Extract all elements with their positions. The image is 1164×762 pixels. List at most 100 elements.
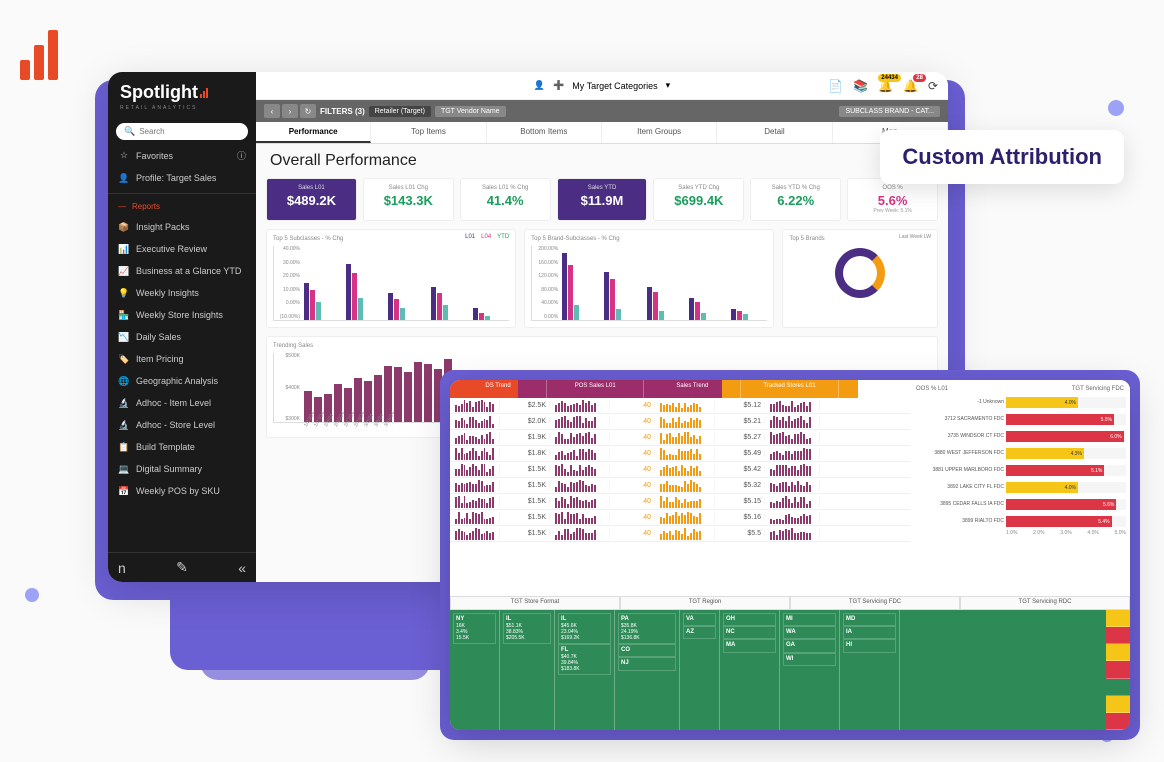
nav-icon: 🏷️ — [118, 353, 130, 365]
oos-row: 3892 LAKE CITY FL FDC4.0% — [914, 479, 1126, 496]
sidebar: Spotlight RETAIL ANALYTICS 🔍 ☆Favoritesⓘ… — [108, 72, 256, 582]
treemap-tab[interactable]: TGT Region — [620, 596, 790, 610]
nav-profile[interactable]: 👤Profile: Target Sales — [108, 167, 256, 189]
nav-item[interactable]: 📦Insight Packs — [108, 216, 256, 238]
treemap-cell[interactable]: VA — [683, 613, 716, 626]
brand-icon: n — [118, 560, 126, 576]
treemap-cell[interactable]: CO — [618, 644, 676, 657]
document-icon[interactable]: 📄 — [828, 79, 843, 93]
treemap-tabs: TGT Store FormatTGT RegionTGT Servicing … — [450, 596, 1130, 610]
nav-item[interactable]: 📊Executive Review — [108, 238, 256, 260]
nav-item[interactable]: 🔬Adhoc - Store Level — [108, 414, 256, 436]
tab[interactable]: Top Items — [371, 122, 486, 143]
chevron-down-icon: ▾ — [666, 80, 671, 91]
treemap-cell[interactable]: PA$35.8K24.19%$136.8K — [618, 613, 676, 644]
treemap-cell[interactable]: FL$40.7K39.84%$183.8K — [558, 644, 611, 675]
treemap-cell[interactable]: IL$45.6K23.04%$169.2K — [558, 613, 611, 644]
page-title: Overall Performance — [256, 144, 948, 178]
bell-icon[interactable]: 🔔 — [878, 79, 893, 93]
treemap-cell[interactable]: OH — [723, 613, 776, 626]
nav-item[interactable]: 🌐Geographic Analysis — [108, 370, 256, 392]
treemap-tab[interactable]: TGT Servicing FDC — [790, 596, 960, 610]
nav-item[interactable]: 💻Digital Summary — [108, 458, 256, 480]
sidebar-footer: n ✎ « — [108, 552, 256, 582]
chart-row: Top 5 Subclasses - % Chg L01L04YTD 40.00… — [256, 221, 948, 336]
nav-icon: 📉 — [118, 331, 130, 343]
tabs: PerformanceTop ItemsBottom ItemsItem Gro… — [256, 122, 948, 144]
nav-item[interactable]: 📋Build Template — [108, 436, 256, 458]
user-icon: 👤 — [118, 172, 130, 184]
treemap-cell[interactable]: NJ — [618, 657, 676, 670]
collapse-icon[interactable]: « — [238, 560, 246, 576]
treemap-cell[interactable]: MI — [783, 613, 836, 626]
filters-label: FILTERS (3) — [320, 107, 365, 116]
nav-item[interactable]: 🏷️Item Pricing — [108, 348, 256, 370]
back-icon[interactable]: ‹ — [264, 104, 280, 118]
treemap-cell[interactable]: WI — [783, 653, 836, 666]
metric-card: Sales L01 Chg$143.3K — [363, 178, 454, 221]
search-input[interactable]: 🔍 — [116, 123, 248, 140]
oos-row: -1 Unknown4.0% — [914, 394, 1126, 411]
metric-card: OOS %5.6%Prev Week: 5.1% — [847, 178, 938, 221]
decorative-bars — [20, 30, 58, 80]
forward-icon[interactable]: › — [282, 104, 298, 118]
oos-row: 3712 SACRAMENTO FDC5.5% — [914, 411, 1126, 428]
nav-item[interactable]: 📅Weekly POS by SKU — [108, 480, 256, 502]
treemap-cell[interactable]: IL$51.1K38.83%$205.5K — [503, 613, 551, 644]
metrics-row: Sales L01$489.2KSales L01 Chg$143.3KSale… — [256, 178, 948, 221]
refresh-icon[interactable]: ⟳ — [928, 79, 938, 93]
stack-icon[interactable]: 📚 — [853, 79, 868, 93]
treemap-cell[interactable]: MA — [723, 639, 776, 652]
filter-chip[interactable]: Retailer (Target) — [369, 106, 431, 117]
tab[interactable]: Bottom Items — [487, 122, 602, 143]
nav-favorites[interactable]: ☆Favoritesⓘ — [108, 144, 256, 167]
nav-item[interactable]: 📈Business at a Glance YTD — [108, 260, 256, 282]
nav-item[interactable]: 🔬Adhoc - Item Level — [108, 392, 256, 414]
nav-item[interactable]: 🏪Weekly Store Insights — [108, 304, 256, 326]
oos-row: 3880 WEST JEFFERSON FDC4.3% — [914, 445, 1126, 462]
treemap-tab[interactable]: TGT Store Format — [450, 596, 620, 610]
oos-row: 3881 UPPER MARLBORO FDC5.1% — [914, 462, 1126, 479]
nav-icon: 🔬 — [118, 419, 130, 431]
search-icon: 🔍 — [124, 126, 135, 137]
decorative-dot — [25, 588, 39, 602]
edit-icon[interactable]: ✎ — [176, 559, 188, 576]
treemap-cell[interactable]: WA — [783, 626, 836, 639]
filter-chip[interactable]: SUBCLASS BRAND - CAT... — [839, 106, 940, 117]
donut-chart — [835, 248, 885, 298]
treemap-tab[interactable]: TGT Servicing RDC — [960, 596, 1130, 610]
plus-icon[interactable]: ➕ — [553, 80, 564, 91]
oos-row: 3735 WINDSOR CT FDC6.0% — [914, 428, 1126, 445]
nav-icon: 📋 — [118, 441, 130, 453]
treemap-cell[interactable]: AZ — [683, 626, 716, 639]
nav-icon: 📦 — [118, 221, 130, 233]
nav-icon: 🔬 — [118, 397, 130, 409]
detail-overlay: DS TrendPOS Sales L01Sales TrendTracked … — [450, 380, 1130, 730]
treemap-cell[interactable]: GA — [783, 639, 836, 652]
redo-icon[interactable]: ↻ — [300, 104, 316, 118]
nav-icon: 📅 — [118, 485, 130, 497]
tab[interactable]: Detail — [717, 122, 832, 143]
treemap-cell[interactable]: MD — [843, 613, 896, 626]
topbar: 👤 ➕ My Target Categories ▾ 📄 📚 🔔 🔔 ⟳ — [256, 72, 948, 100]
metric-card: Sales L01 % Chg41.4% — [460, 178, 551, 221]
treemap-cell[interactable]: HI — [843, 639, 896, 652]
treemap-cell[interactable]: NC — [723, 626, 776, 639]
tab[interactable]: Performance — [256, 122, 371, 143]
oos-panel: OOS % L01TGT Servicing FDC -1 Unknown4.0… — [910, 380, 1130, 580]
nav-icon: 💻 — [118, 463, 130, 475]
dropdown-categories[interactable]: My Target Categories — [572, 81, 657, 91]
chart-brands-donut: Top 5 Brands Last Week LW — [782, 229, 938, 328]
decorative-dot — [1108, 100, 1124, 116]
nav-icon: 🌐 — [118, 375, 130, 387]
alert-icon[interactable]: 🔔 — [903, 79, 918, 93]
nav-item[interactable]: 📉Daily Sales — [108, 326, 256, 348]
treemap-cell[interactable]: IA — [843, 626, 896, 639]
treemap-cell[interactable]: NY16K3.4%15.5K — [453, 613, 496, 644]
nav-item[interactable]: 💡Weekly Insights — [108, 282, 256, 304]
oos-row: 3895 CEDAR FALLS IA FDC5.6% — [914, 496, 1126, 513]
tab[interactable]: Item Groups — [602, 122, 717, 143]
backdrop — [200, 630, 430, 680]
chart-brand-subclasses: Top 5 Brand-Subclasses - % Chg 200.00%16… — [524, 229, 774, 328]
filter-chip[interactable]: TGT Vendor Name — [435, 106, 506, 117]
